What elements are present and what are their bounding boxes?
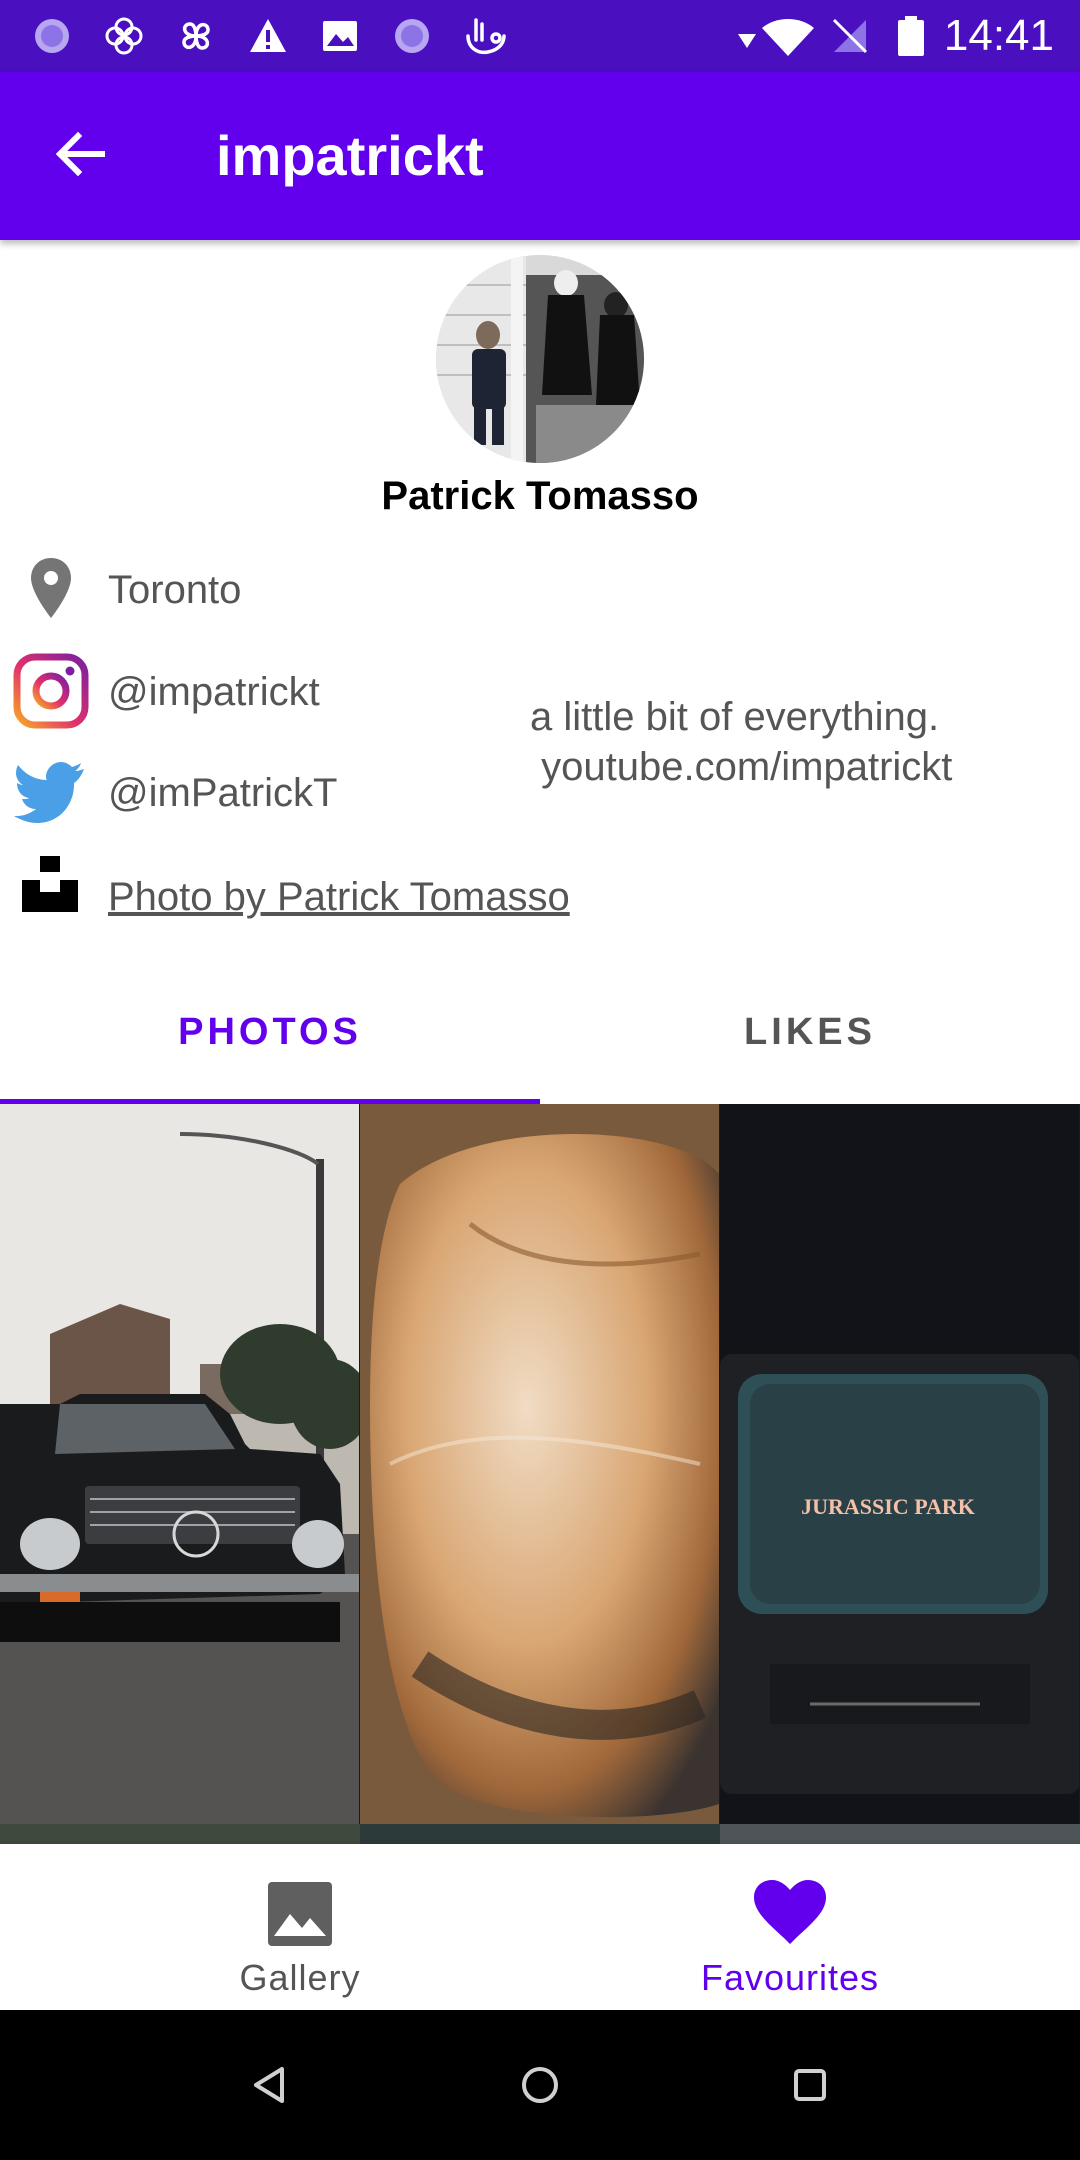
circle-notification-icon [395, 19, 429, 53]
location-text: Toronto [108, 568, 242, 612]
profile-name: Patrick Tomasso [381, 474, 699, 518]
battery-icon [898, 16, 924, 56]
back-triangle-icon[interactable] [230, 2045, 310, 2125]
profile-bio: a little bit of everything. youtube.com/… [530, 695, 953, 789]
photo-row-peek [0, 1824, 360, 1844]
status-bar: 14:41 [0, 0, 1080, 72]
image-notification-icon [323, 21, 357, 51]
pinwheel-notification-icon [182, 22, 210, 50]
nav-favourites[interactable]: Favourites [520, 1844, 1060, 2010]
back-button[interactable] [40, 116, 120, 196]
photo-tile[interactable]: JURASSIC PARK [720, 1104, 1079, 1824]
app-bar: impatrickt [0, 72, 1080, 240]
nav-gallery[interactable]: Gallery [30, 1844, 570, 2010]
image-icon [268, 1882, 332, 1946]
avatar [436, 255, 644, 463]
heart-icon [754, 1880, 826, 1944]
bottom-navigation: Gallery Favourites [0, 1844, 1080, 2010]
status-time: 14:41 [943, 11, 1054, 60]
signal-icon [832, 18, 868, 54]
photo-grid: JURASSIC PARK [0, 1104, 1080, 1844]
tab-bar: PHOTOS LIKES [0, 960, 1080, 1104]
twitter-icon[interactable] [12, 753, 90, 831]
touch-notification-icon [466, 18, 506, 55]
circle-notification-icon [35, 19, 69, 53]
tab-likes[interactable]: LIKES [540, 960, 1080, 1104]
recents-square-icon[interactable] [770, 2045, 850, 2125]
nav-label-favourites: Favourites [700, 1957, 880, 1998]
nav-label-gallery: Gallery [239, 1957, 361, 1998]
photo-tile[interactable] [360, 1104, 719, 1824]
twitter-handle[interactable]: @imPatrickT [108, 766, 338, 820]
unsplash-logo-icon [22, 856, 78, 912]
arrow-back-icon [55, 131, 105, 177]
photo-row-peek [720, 1824, 1080, 1844]
unsplash-credit-link[interactable]: Photo by Patrick Tomasso [108, 870, 570, 924]
data-arrow-icon [738, 34, 756, 48]
wifi-icon [762, 19, 814, 56]
flower-notification-icon [105, 17, 143, 55]
tv-screen-caption: JURASSIC PARK [801, 1494, 975, 1519]
photo-tile[interactable] [0, 1104, 359, 1824]
photo-row-peek [360, 1824, 720, 1844]
location-pin-icon [31, 558, 71, 618]
home-circle-icon[interactable] [500, 2045, 580, 2125]
tab-photos[interactable]: PHOTOS [0, 960, 540, 1104]
warning-icon [250, 19, 286, 52]
system-navigation-bar [0, 2010, 1080, 2160]
page-title: impatrickt [216, 124, 484, 187]
instagram-icon[interactable] [12, 652, 90, 730]
instagram-handle[interactable]: @impatrickt [108, 665, 320, 719]
